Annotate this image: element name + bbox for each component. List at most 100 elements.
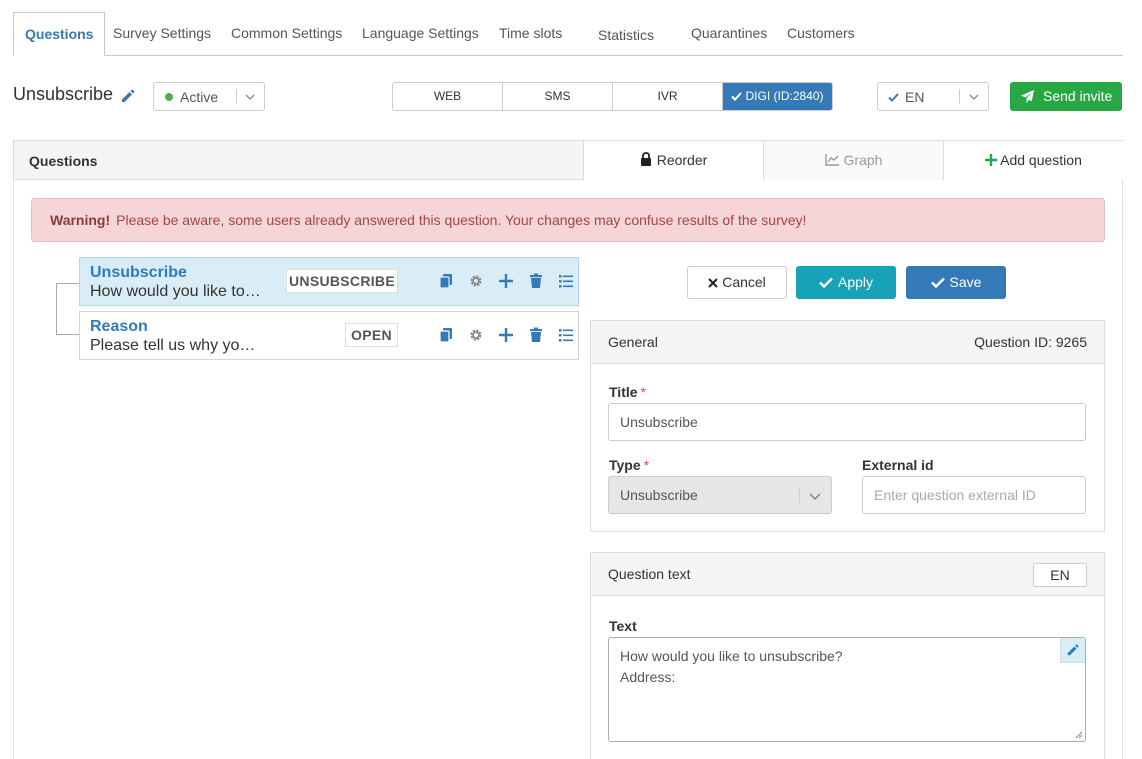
plus-icon[interactable] [498,327,514,343]
warning-text: Please be aware, some users already answ… [116,212,807,228]
status-dot-icon [165,93,173,101]
status-select[interactable]: Active [153,82,265,111]
edit-pencil-icon[interactable] [120,88,136,104]
type-select[interactable]: Unsubscribe [608,476,832,514]
text-line: Address: [620,669,676,685]
select-divider [799,488,800,503]
tab-common-settings[interactable]: Common Settings [231,12,342,56]
questions-panel: Questions Reorder Graph Add question War… [13,140,1123,759]
questions-panel-title: Questions [29,153,98,169]
gear-icon[interactable] [468,273,484,289]
cancel-button[interactable]: Cancel [687,266,787,299]
question-text-language-button[interactable]: EN [1033,563,1087,587]
question-item[interactable]: Reason Please tell us why yo… OPEN [79,311,579,360]
text-label: Text [609,618,637,634]
text-line: How would you like to unsubscribe? [620,648,843,664]
tree-connector [56,283,80,335]
graph-button[interactable]: Graph [763,141,943,180]
cancel-label: Cancel [722,274,766,290]
tab-questions[interactable]: Questions [13,12,106,56]
trash-icon[interactable] [528,273,544,289]
gear-icon[interactable] [468,327,484,343]
check-icon [930,277,945,289]
general-card-header: General Question ID: 9265 [591,321,1104,364]
general-heading: General [608,334,658,350]
copy-icon[interactable] [438,327,454,343]
language-select[interactable]: EN [877,82,989,111]
plus-icon [985,154,998,166]
tab-statistics[interactable]: Statistics [598,14,654,58]
close-icon [708,278,718,288]
channel-ivr-button[interactable]: IVR [613,83,723,110]
add-question-button[interactable]: Add question [943,141,1123,180]
send-invite-label: Send invite [1043,88,1113,104]
save-button[interactable]: Save [906,266,1006,299]
title-label-text: Title [609,384,638,400]
question-text-area[interactable]: How would you like to unsubscribe? Addre… [608,637,1086,742]
tab-language-settings[interactable]: Language Settings [362,12,479,56]
question-text-header: Question text EN [591,553,1104,596]
resize-grip-icon[interactable] [1075,731,1083,739]
select-divider [959,89,960,104]
channel-digi-button[interactable]: DIGI (ID:2840) [723,83,832,110]
tab-customers[interactable]: Customers [787,12,855,56]
external-id-input[interactable]: Enter question external ID [862,476,1086,514]
graph-label: Graph [843,152,883,168]
type-value: Unsubscribe [620,487,698,503]
paper-plane-icon [1020,89,1035,104]
check-icon [819,277,833,289]
question-title: Unsubscribe [90,264,187,281]
question-subtitle: Please tell us why yo… [90,337,256,354]
list-icon[interactable] [558,327,574,343]
status-label: Active [180,89,219,105]
tab-survey-settings[interactable]: Survey Settings [113,12,211,56]
question-text-heading: Question text [608,566,691,582]
chevron-down-icon [245,94,255,100]
question-type-badge: OPEN [345,323,398,347]
list-icon[interactable] [558,273,574,289]
questions-panel-header: Questions Reorder Graph Add question [14,141,1123,180]
chart-icon [824,154,839,166]
warning-alert: Warning! Please be aware, some users alre… [31,198,1105,242]
survey-title: Unsubscribe [13,84,114,104]
channel-web-button[interactable]: WEB [393,83,503,110]
select-divider [236,89,237,104]
question-title: Reason [90,318,148,335]
question-subtitle: How would you like to… [90,283,261,300]
send-invite-button[interactable]: Send invite [1010,82,1122,111]
chevron-down-icon [969,94,979,100]
chevron-down-icon [809,493,821,500]
save-label: Save [949,274,982,290]
plus-icon[interactable] [498,273,514,289]
tab-quarantines[interactable]: Quarantines [691,12,767,56]
warning-strong: Warning! [50,212,111,228]
external-id-label: External id [862,457,934,473]
channel-toggle-group: WEB SMS IVR DIGI (ID:2840) [392,82,833,111]
channel-sms-button[interactable]: SMS [503,83,613,110]
title-input[interactable]: Unsubscribe [608,403,1086,441]
pencil-icon [1067,644,1079,656]
lock-icon [640,152,651,166]
copy-icon[interactable] [438,273,454,289]
type-label: Type * [609,457,650,473]
question-id: Question ID: 9265 [974,334,1087,350]
question-item[interactable]: Unsubscribe How would you like to… UNSUB… [79,257,579,306]
question-text-card: Question text EN Text How would you like… [590,552,1105,759]
language-label: EN [905,89,925,105]
question-type-badge: UNSUBSCRIBE [286,269,398,293]
trash-icon[interactable] [528,327,544,343]
general-card: General Question ID: 9265 Title * Unsubsc… [590,320,1105,532]
channel-digi-label: DIGI (ID:2840) [745,89,824,103]
type-label-text: Type [609,457,641,473]
tab-time-slots[interactable]: Time slots [499,12,562,56]
edit-text-button[interactable] [1060,638,1085,663]
reorder-button[interactable]: Reorder [583,141,763,180]
top-tabs: Questions Survey Settings Common Setting… [13,12,1123,56]
check-icon [731,92,743,101]
title-label: Title * [609,384,646,400]
add-question-label: Add question [1000,152,1082,168]
apply-label: Apply [837,274,874,290]
reorder-label: Reorder [656,152,708,168]
check-icon [888,93,899,102]
apply-button[interactable]: Apply [796,266,896,299]
